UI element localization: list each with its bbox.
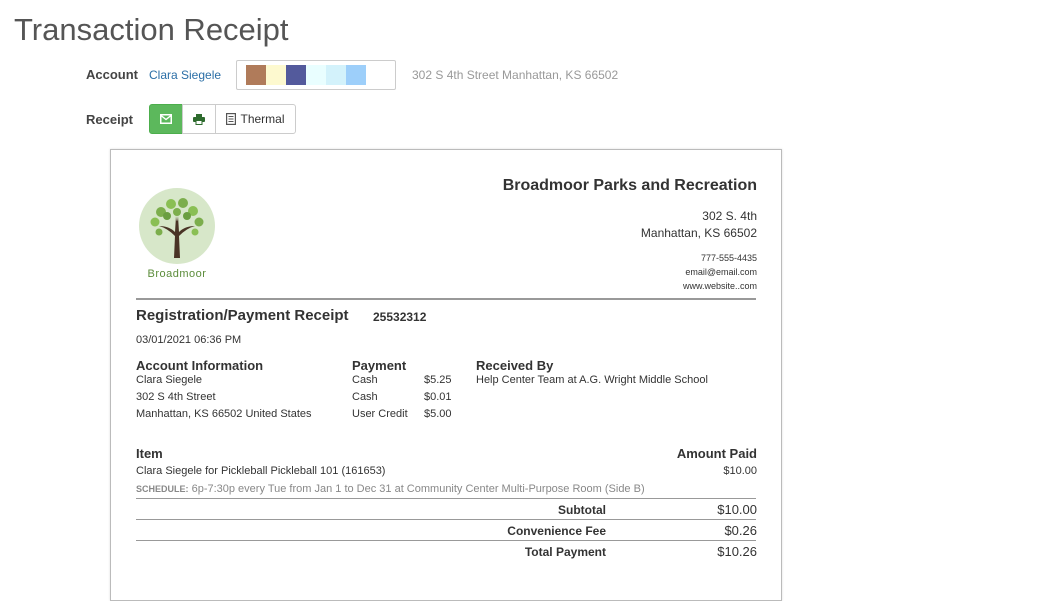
- header-divider: [136, 298, 756, 300]
- item-schedule: SCHEDULE: 6p-7:30p every Tue from Jan 1 …: [136, 483, 645, 495]
- organization-address: 302 S. 4th Manhattan, KS 66502: [641, 208, 757, 242]
- account-name-link[interactable]: Clara Siegele: [149, 68, 221, 82]
- swatch-6: [346, 65, 366, 85]
- organization-name: Broadmoor Parks and Recreation: [502, 177, 757, 194]
- swatch-1: [246, 65, 266, 85]
- total-payment-label: Total Payment: [524, 545, 606, 559]
- account-info-line: Clara Siegele: [136, 374, 203, 386]
- swatch-2: [266, 65, 286, 85]
- org-phone: 777-555-4435: [700, 253, 757, 263]
- fee-value: $0.26: [724, 523, 757, 538]
- receipt-title: Registration/Payment Receipt: [136, 307, 349, 324]
- payment-method: Cash: [352, 374, 378, 386]
- payment-amount: $5.00: [424, 408, 452, 420]
- receipt-preview: Broadmoor Broadmoor Parks and Recreation…: [110, 149, 782, 601]
- totals-divider: [136, 498, 756, 499]
- payment-amount: $5.25: [424, 374, 452, 386]
- account-color-swatches: [236, 60, 396, 90]
- account-label: Account: [86, 67, 138, 82]
- total-payment-value: $10.26: [717, 544, 757, 559]
- swatch-4: [306, 65, 326, 85]
- thermal-receipt-button[interactable]: Thermal: [215, 104, 296, 134]
- schedule-label: SCHEDULE:: [136, 484, 189, 494]
- receipt-label: Receipt: [86, 112, 133, 127]
- item-description: Clara Siegele for Pickleball Pickleball …: [136, 465, 386, 477]
- item-heading: Item: [136, 446, 163, 461]
- receipt-date: 03/01/2021 06:36 PM: [136, 334, 242, 346]
- payment-method: User Credit: [352, 408, 408, 420]
- logo-text: Broadmoor: [147, 268, 207, 280]
- org-address-line2: Manhattan, KS 66502: [640, 226, 757, 240]
- fee-label: Convenience Fee: [507, 524, 606, 538]
- payment-heading: Payment: [352, 358, 407, 373]
- account-info-heading: Account Information: [136, 358, 264, 373]
- envelope-icon: [160, 114, 172, 124]
- thermal-label: Thermal: [240, 112, 285, 126]
- subtotal-label: Subtotal: [558, 503, 606, 517]
- payment-method: Cash: [352, 391, 378, 403]
- email-receipt-button[interactable]: [149, 104, 183, 134]
- org-email: email@email.com: [685, 267, 757, 277]
- account-address: 302 S 4th Street Manhattan, KS 66502: [412, 68, 619, 82]
- totals-divider: [136, 519, 756, 520]
- org-website: www.website..com: [682, 281, 757, 291]
- schedule-text: 6p-7:30p every Tue from Jan 1 to Dec 31 …: [191, 483, 645, 495]
- organization-logo: Broadmoor: [137, 186, 217, 286]
- payment-amount: $0.01: [424, 391, 452, 403]
- org-address-line1: 302 S. 4th: [702, 209, 757, 223]
- subtotal-value: $10.00: [717, 502, 757, 517]
- account-info-line: Manhattan, KS 66502 United States: [136, 408, 312, 420]
- organization-contact: 777-555-4435 email@email.com www.website…: [683, 251, 757, 293]
- received-by-value: Help Center Team at A.G. Wright Middle S…: [476, 374, 708, 386]
- receipt-number: 25532312: [373, 310, 427, 324]
- account-info-line: 302 S 4th Street: [136, 391, 216, 403]
- printer-icon: [193, 113, 205, 125]
- swatch-3: [286, 65, 306, 85]
- received-by-heading: Received By: [476, 358, 554, 373]
- receipt-icon: [226, 113, 237, 125]
- receipt-button-group: Thermal: [149, 104, 296, 134]
- print-receipt-button[interactable]: [182, 104, 216, 134]
- item-amount: $10.00: [723, 465, 757, 477]
- amount-paid-heading: Amount Paid: [676, 446, 757, 461]
- totals-divider: [136, 540, 756, 541]
- page-title: Transaction Receipt: [14, 12, 289, 47]
- swatch-5: [326, 65, 346, 85]
